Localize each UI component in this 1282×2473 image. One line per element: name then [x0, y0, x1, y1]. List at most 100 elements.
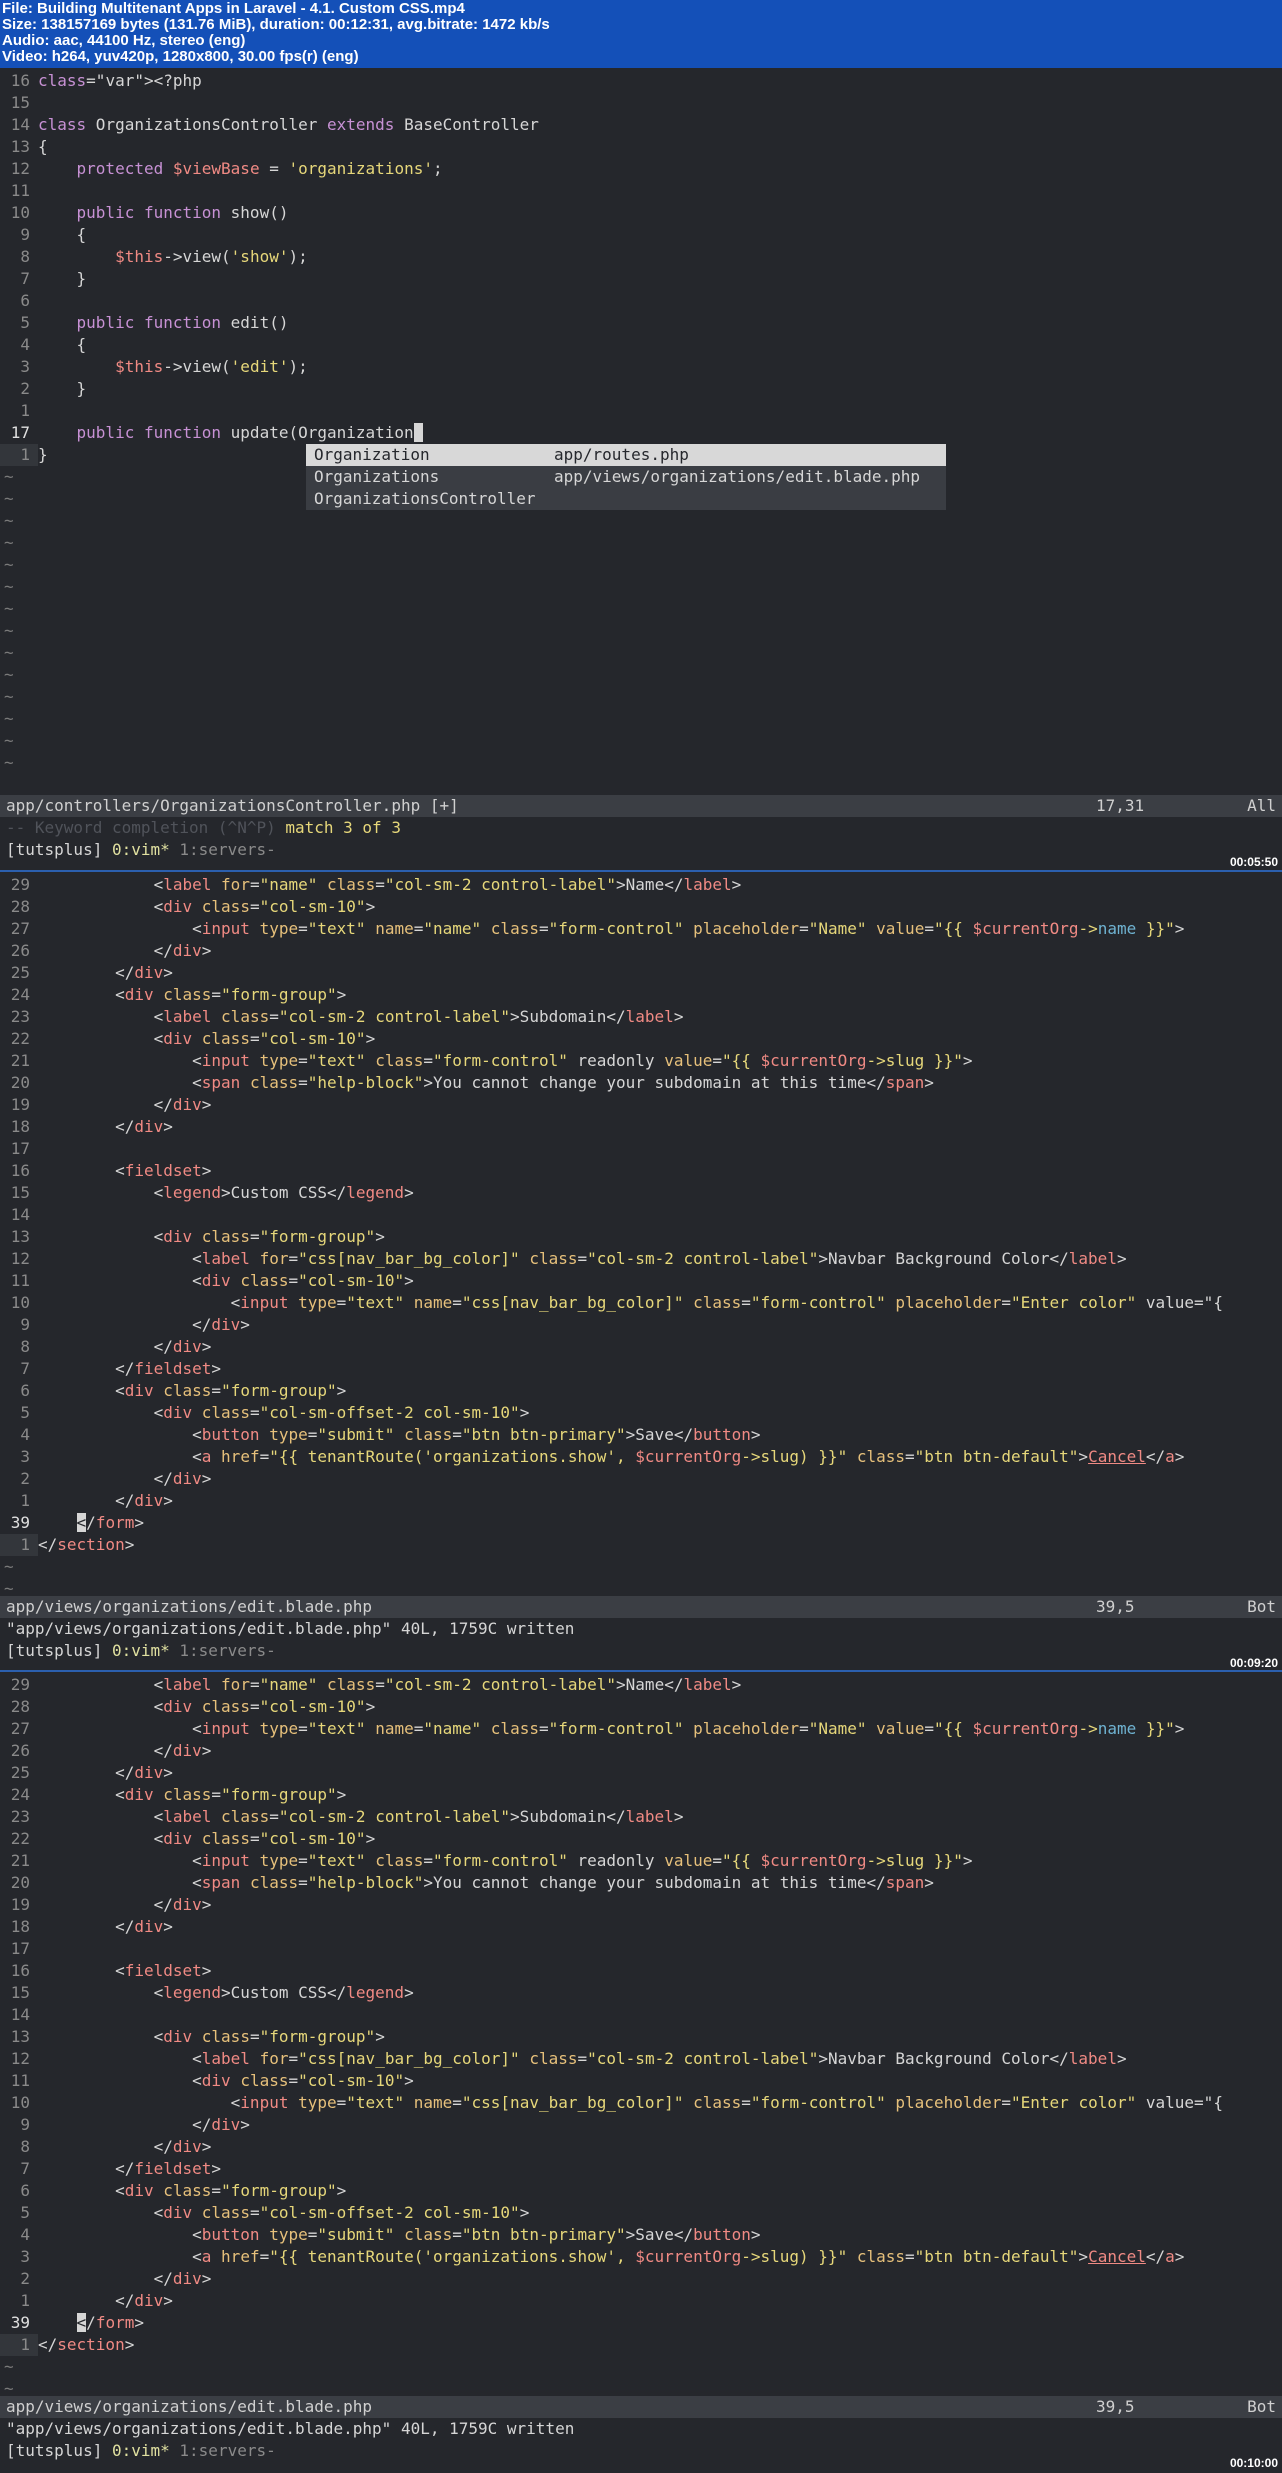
- code-line[interactable]: 13 <div class="form-group">: [0, 1226, 1282, 1248]
- line-number: 4: [20, 1425, 30, 1444]
- completion-item[interactable]: OrganizationsController: [306, 488, 946, 510]
- code-line[interactable]: 17: [0, 1138, 1282, 1160]
- code-line[interactable]: 14: [0, 1204, 1282, 1226]
- code-text: </fieldset>: [38, 1359, 222, 1378]
- code-line[interactable]: 11 <div class="col-sm-10">: [0, 1270, 1282, 1292]
- code-line[interactable]: 26 </div>: [0, 940, 1282, 962]
- code-line[interactable]: 21 <input type="text" class="form-contro…: [0, 1050, 1282, 1072]
- code-line[interactable]: 13 {: [0, 136, 1282, 158]
- code-line[interactable]: 25 </div>: [0, 962, 1282, 984]
- code-line[interactable]: 8 $this->view('show');: [0, 246, 1282, 268]
- code-line[interactable]: 6 <div class="form-group">: [0, 2180, 1282, 2202]
- code-line[interactable]: 4 <button type="submit" class="btn btn-p…: [0, 2224, 1282, 2246]
- code-line[interactable]: 2 }: [0, 378, 1282, 400]
- code-line[interactable]: 28 <div class="col-sm-10">: [0, 1696, 1282, 1718]
- code-line[interactable]: 11: [0, 180, 1282, 202]
- code-line[interactable]: 23 <label class="col-sm-2 control-label"…: [0, 1806, 1282, 1828]
- code-line[interactable]: 8 </div>: [0, 1336, 1282, 1358]
- completion-popup[interactable]: Organization app/routes.php Organizations a…: [306, 444, 946, 510]
- code-line[interactable]: 24 <div class="form-group">: [0, 1784, 1282, 1806]
- code-line[interactable]: 3 <a href="{{ tenantRoute('organizations…: [0, 2246, 1282, 2268]
- code-line[interactable]: 18 </div>: [0, 1916, 1282, 1938]
- code-line[interactable]: 9 {: [0, 224, 1282, 246]
- code-line[interactable]: 23 <label class="col-sm-2 control-label"…: [0, 1006, 1282, 1028]
- code-line[interactable]: 12 protected $viewBase = 'organizations'…: [0, 158, 1282, 180]
- code-line[interactable]: 22 <div class="col-sm-10">: [0, 1828, 1282, 1850]
- completion-item[interactable]: Organizations app/views/organizations/edi…: [306, 466, 946, 488]
- code-line[interactable]: 29 <label for="name" class="col-sm-2 con…: [0, 1674, 1282, 1696]
- code-line[interactable]: 2 </div>: [0, 2268, 1282, 2290]
- code-line[interactable]: 3 <a href="{{ tenantRoute('organizations…: [0, 1446, 1282, 1468]
- code-line[interactable]: 1 </div>: [0, 2290, 1282, 2312]
- code-line[interactable]: 15 <legend>Custom CSS</legend>: [0, 1182, 1282, 1204]
- code-line[interactable]: 27 <input type="text" name="name" class=…: [0, 918, 1282, 940]
- code-line[interactable]: 17: [0, 1938, 1282, 1960]
- code-line[interactable]: 28 <div class="col-sm-10">: [0, 896, 1282, 918]
- tmux-window-current[interactable]: 0:vim*: [112, 840, 170, 859]
- completion-item[interactable]: Organization app/routes.php: [306, 444, 946, 466]
- code-line[interactable]: 39 </form>: [0, 1512, 1282, 1534]
- code-line[interactable]: 13 <div class="form-group">: [0, 2026, 1282, 2048]
- code-line[interactable]: 16 class="var"><?php: [0, 70, 1282, 92]
- code-line[interactable]: 15 <legend>Custom CSS</legend>: [0, 1982, 1282, 2004]
- code-line[interactable]: 12 <label for="css[nav_bar_bg_color]" cl…: [0, 1248, 1282, 1270]
- code-line[interactable]: 7 </fieldset>: [0, 2158, 1282, 2180]
- code-line[interactable]: 14: [0, 2004, 1282, 2026]
- code-line[interactable]: 7 }: [0, 268, 1282, 290]
- code-line[interactable]: 1: [0, 400, 1282, 422]
- line-number: 5: [20, 2203, 30, 2222]
- code-line[interactable]: 8 </div>: [0, 2136, 1282, 2158]
- tmux-window-current[interactable]: 0:vim*: [112, 2441, 170, 2460]
- code-line[interactable]: 4 {: [0, 334, 1282, 356]
- code-line[interactable]: 20 <span class="help-block">You cannot c…: [0, 1872, 1282, 1894]
- tilde-marker: ~: [4, 709, 14, 728]
- code-line[interactable]: 1 </div>: [0, 1490, 1282, 1512]
- code-line[interactable]: 16 <fieldset>: [0, 1160, 1282, 1182]
- code-line[interactable]: 9 </div>: [0, 2114, 1282, 2136]
- code-line[interactable]: 2 </div>: [0, 1468, 1282, 1490]
- code-line[interactable]: 19 </div>: [0, 1094, 1282, 1116]
- code-line[interactable]: 6 <div class="form-group">: [0, 1380, 1282, 1402]
- code-line[interactable]: 18 </div>: [0, 1116, 1282, 1138]
- empty-buffer-line: ~: [0, 620, 1282, 642]
- code-line[interactable]: 7 </fieldset>: [0, 1358, 1282, 1380]
- code-line[interactable]: 19 </div>: [0, 1894, 1282, 1916]
- code-line[interactable]: 9 </div>: [0, 1314, 1282, 1336]
- code-line[interactable]: 5 <div class="col-sm-offset-2 col-sm-10"…: [0, 1402, 1282, 1424]
- code-text: class="var"><?php: [38, 71, 202, 90]
- code-line[interactable]: 26 </div>: [0, 1740, 1282, 1762]
- line-number: 3: [20, 2247, 30, 2266]
- line-number: 23: [10, 1807, 30, 1826]
- code-line[interactable]: 12 <label for="css[nav_bar_bg_color]" cl…: [0, 2048, 1282, 2070]
- tmux-window-other[interactable]: 1:servers-: [179, 840, 275, 859]
- tmux-window-current[interactable]: 0:vim*: [112, 1641, 170, 1660]
- code-line[interactable]: 10 <input type="text" name="css[nav_bar_…: [0, 1292, 1282, 1314]
- code-line[interactable]: 29 <label for="name" class="col-sm-2 con…: [0, 874, 1282, 896]
- code-line[interactable]: 1 </section>: [0, 1534, 1282, 1556]
- tmux-window-other[interactable]: 1:servers-: [179, 2441, 275, 2460]
- code-line[interactable]: 11 <div class="col-sm-10">: [0, 2070, 1282, 2092]
- code-line[interactable]: 5 <div class="col-sm-offset-2 col-sm-10"…: [0, 2202, 1282, 2224]
- code-line[interactable]: 6: [0, 290, 1282, 312]
- code-line[interactable]: 4 <button type="submit" class="btn btn-p…: [0, 1424, 1282, 1446]
- code-line[interactable]: 17 public function update(Organization: [0, 422, 1282, 444]
- code-line[interactable]: 39 </form>: [0, 2312, 1282, 2334]
- code-line[interactable]: 21 <input type="text" class="form-contro…: [0, 1850, 1282, 1872]
- line-number: 15: [10, 1983, 30, 2002]
- code-line[interactable]: 20 <span class="help-block">You cannot c…: [0, 1072, 1282, 1094]
- code-line[interactable]: 3 $this->view('edit');: [0, 356, 1282, 378]
- vim-status-line: app/views/organizations/edit.blade.php 39…: [0, 1596, 1282, 1618]
- tmux-window-other[interactable]: 1:servers-: [179, 1641, 275, 1660]
- code-line[interactable]: 25 </div>: [0, 1762, 1282, 1784]
- code-line[interactable]: 1 </section>: [0, 2334, 1282, 2356]
- code-line[interactable]: 15: [0, 92, 1282, 114]
- code-line[interactable]: 10 <input type="text" name="css[nav_bar_…: [0, 2092, 1282, 2114]
- code-line[interactable]: 10 public function show(): [0, 202, 1282, 224]
- code-line[interactable]: 24 <div class="form-group">: [0, 984, 1282, 1006]
- code-line[interactable]: 5 public function edit(): [0, 312, 1282, 334]
- code-line[interactable]: 22 <div class="col-sm-10">: [0, 1028, 1282, 1050]
- code-line[interactable]: 14 class OrganizationsController extends …: [0, 114, 1282, 136]
- code-line[interactable]: 16 <fieldset>: [0, 1960, 1282, 1982]
- code-line[interactable]: 27 <input type="text" name="name" class=…: [0, 1718, 1282, 1740]
- code-text: <legend>Custom CSS</legend>: [38, 1983, 414, 2002]
